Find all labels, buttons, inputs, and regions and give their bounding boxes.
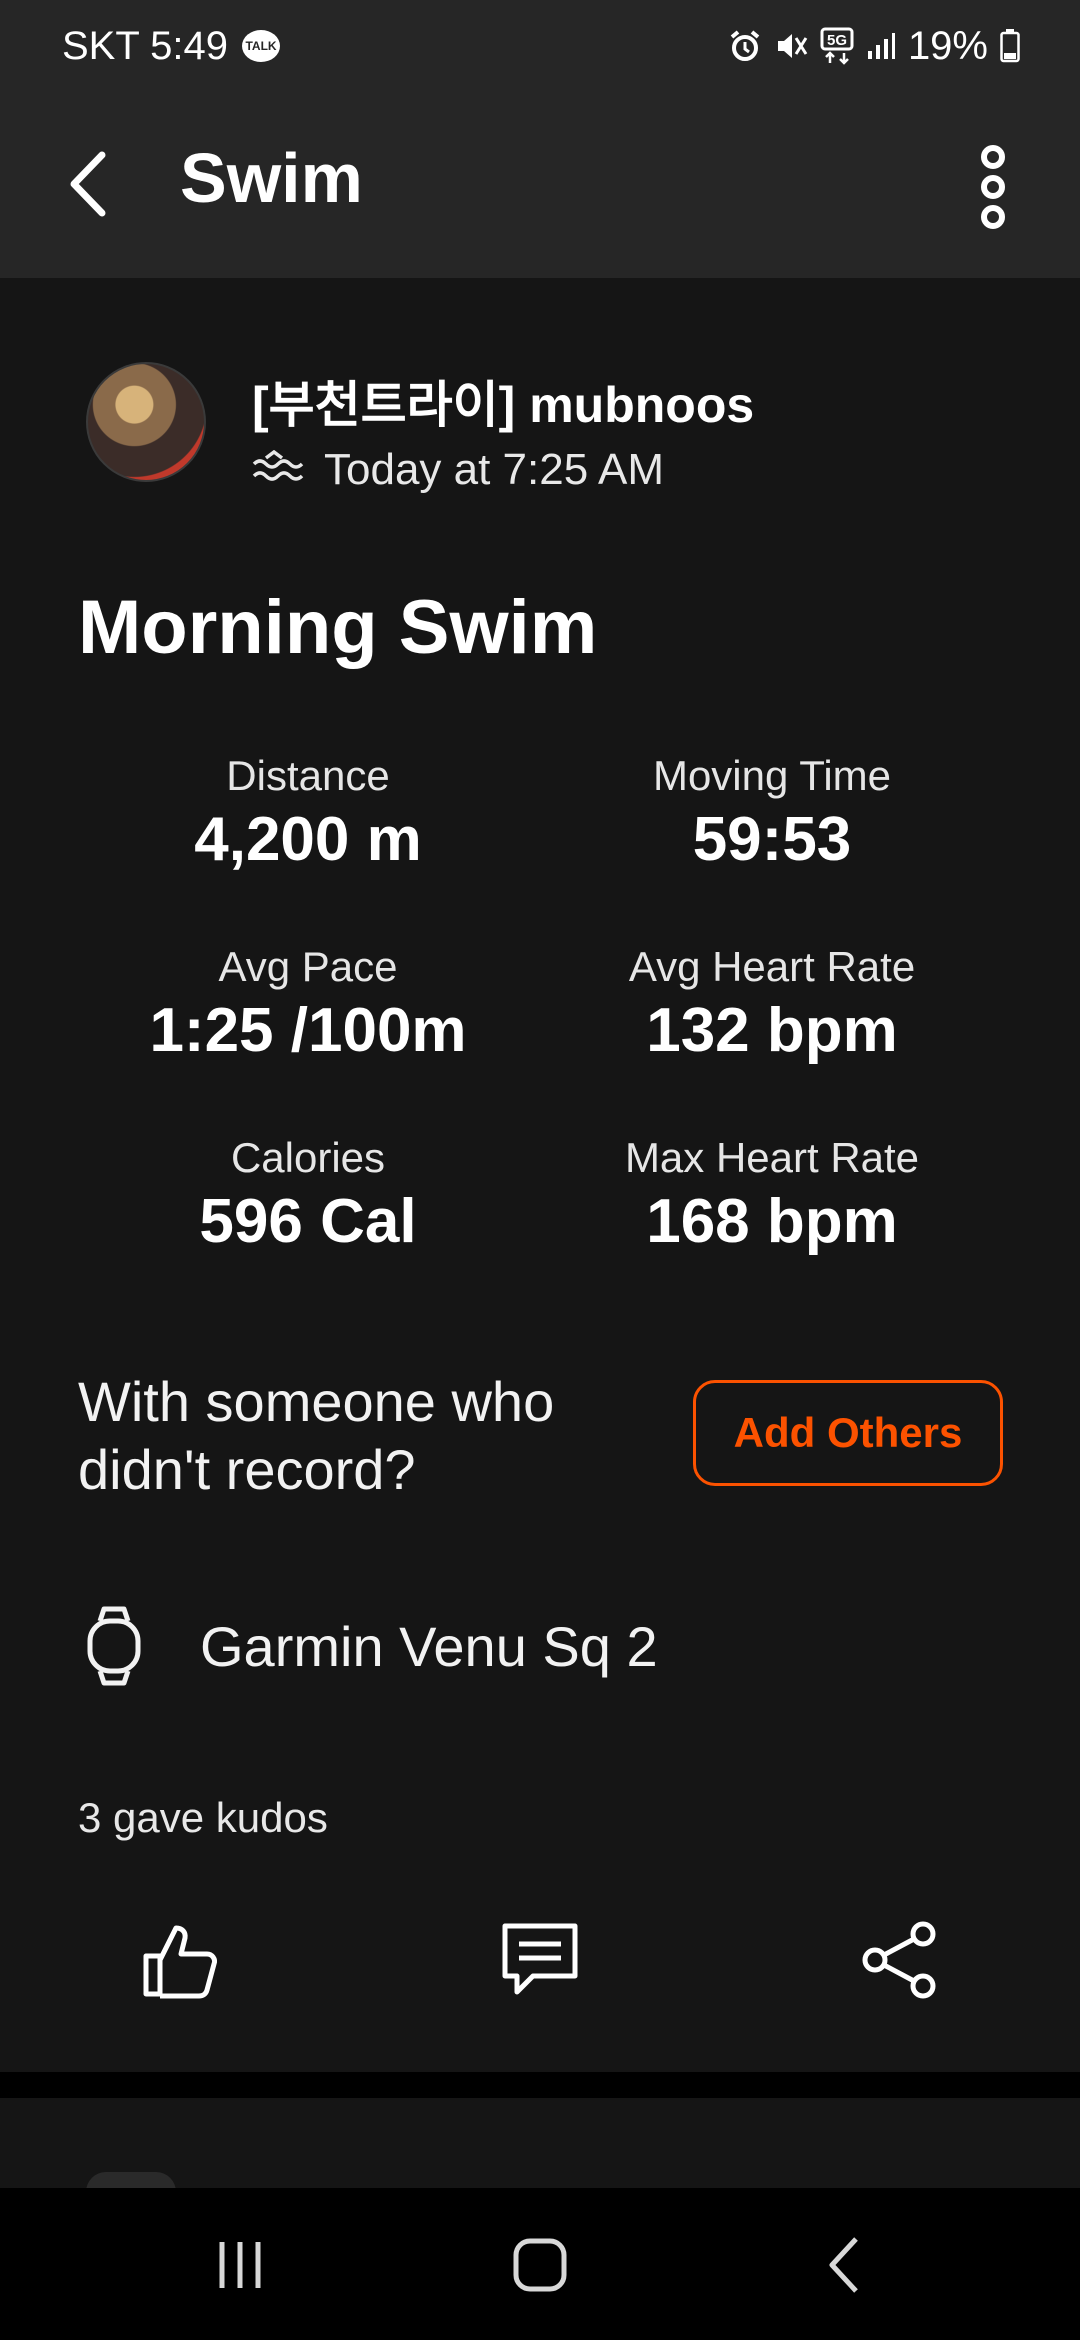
activity-title: Morning Swim	[78, 585, 598, 670]
chevron-left-icon	[70, 151, 106, 217]
stat-avg-pace: Avg Pace 1:25 /100m	[78, 941, 538, 1069]
stat-max-heart-rate: Max Heart Rate 168 bpm	[542, 1132, 1002, 1260]
app-bar: Swim	[0, 92, 1080, 278]
battery-icon	[1000, 29, 1020, 63]
system-back-button[interactable]	[804, 2230, 884, 2300]
avatar[interactable]	[86, 362, 206, 482]
5g-icon: 5G	[820, 27, 854, 65]
stat-value: 59:53	[692, 805, 852, 874]
activity-meta: Today at 7:25 AM	[252, 445, 664, 495]
home-icon	[513, 2238, 567, 2292]
comment-button[interactable]	[490, 1915, 590, 2005]
stat-moving-time: Moving Time 59:53	[542, 750, 1002, 878]
activity-detail-screen: SKT 5:49 TALK 5G 19% Swim [부천트라이] mubnoo…	[0, 0, 1080, 2340]
kudos-button[interactable]	[130, 1915, 230, 2005]
feed-divider	[0, 2072, 1080, 2098]
athlete-name[interactable]: [부천트라이] mubnoos	[252, 365, 754, 437]
stat-label: Moving Time	[652, 752, 892, 799]
add-others-prompt: With someone who didn't record?	[78, 1370, 555, 1501]
share-button[interactable]	[850, 1915, 950, 2005]
stat-label: Avg Heart Rate	[628, 943, 916, 990]
stat-label: Distance	[226, 752, 390, 799]
battery-percent: 19%	[907, 23, 988, 68]
back-button[interactable]	[60, 144, 116, 224]
recents-icon	[219, 2242, 261, 2288]
stat-distance: Distance 4,200 m	[78, 750, 538, 878]
mute-icon	[774, 29, 808, 63]
stat-avg-heart-rate: Avg Heart Rate 132 bpm	[542, 941, 1002, 1069]
stat-value: 168 bpm	[646, 1187, 898, 1256]
home-button[interactable]	[500, 2230, 580, 2300]
status-bar: SKT 5:49 TALK 5G 19%	[0, 0, 1080, 92]
kakaotalk-icon: TALK	[242, 30, 281, 62]
signal-icon	[866, 31, 896, 61]
watch-icon	[87, 1606, 141, 1686]
svg-text:5G: 5G	[827, 32, 847, 49]
page-title: Swim	[180, 139, 363, 217]
activity-timestamp: Today at 7:25 AM	[324, 445, 664, 494]
stat-value: 1:25 /100m	[149, 996, 467, 1065]
device-row: Garmin Venu Sq 2	[86, 1605, 658, 1687]
stat-label: Calories	[230, 1134, 386, 1181]
stat-calories: Calories 596 Cal	[78, 1132, 538, 1260]
kudos-count[interactable]: 3 gave kudos	[78, 1794, 328, 1842]
vertical-dots-icon	[981, 145, 1005, 229]
thumbs-up-icon	[143, 1925, 217, 1999]
comment-icon	[502, 1923, 578, 1995]
add-others-button[interactable]: Add Others	[693, 1380, 1003, 1486]
share-icon	[862, 1921, 936, 1999]
stat-value: 4,200 m	[194, 805, 422, 874]
stat-value: 596 Cal	[199, 1187, 417, 1256]
back-icon	[829, 2237, 858, 2293]
stat-value: 132 bpm	[646, 996, 898, 1065]
system-nav-bar	[0, 2188, 1080, 2340]
device-name: Garmin Venu Sq 2	[200, 1614, 658, 1678]
stat-label: Max Heart Rate	[624, 1134, 920, 1181]
stat-label: Avg Pace	[218, 943, 398, 990]
more-options-button[interactable]	[965, 137, 1021, 237]
status-carrier-time: SKT 5:49	[62, 23, 229, 68]
alarm-icon	[728, 29, 762, 63]
recents-button[interactable]	[200, 2230, 280, 2300]
swim-waves-icon	[252, 450, 304, 481]
